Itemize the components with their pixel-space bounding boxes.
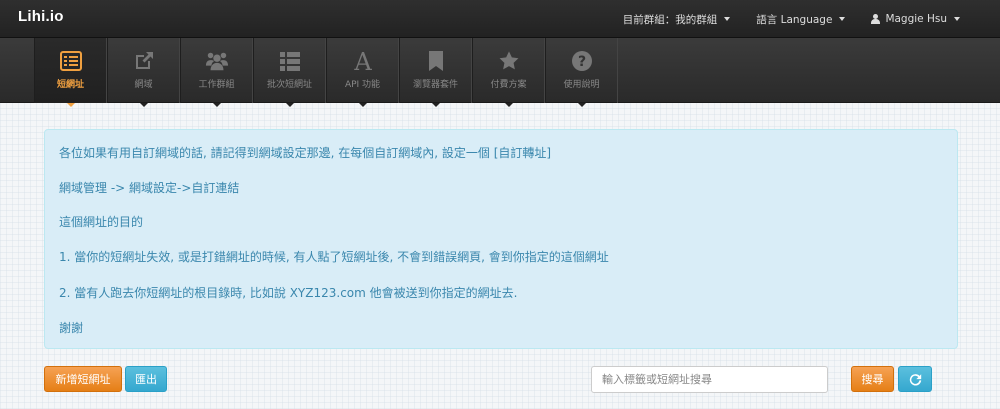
add-short-url-button[interactable]: 新增短網址 xyxy=(44,366,122,392)
nav-item-api[interactable]: A API 功能 xyxy=(326,38,399,107)
nav-item-label: 工作群組 xyxy=(198,80,235,90)
notice-line: 網域管理 -> 網域設定->自訂連結 xyxy=(59,181,240,195)
list-alt-icon xyxy=(59,49,83,73)
users-icon xyxy=(205,49,229,73)
nav-item-label: API 功能 xyxy=(344,80,381,90)
nav-pointer xyxy=(212,103,221,107)
language-dropdown-label: 語言 Language xyxy=(756,13,833,26)
nav-item-help[interactable]: ? 使用說明 xyxy=(545,38,618,107)
nav-pointer xyxy=(139,103,148,107)
nav-item-workgroups[interactable]: 工作群組 xyxy=(180,38,253,107)
top-right-menu: 目前群組：我的群組 語言 Language Maggie Hsu xyxy=(623,0,960,38)
notice-line: 各位如果有用自訂網域的話, 請記得到網域設定那邊, 在每個自訂網域內, 設定一個… xyxy=(59,146,552,160)
nav-item-label: 短網址 xyxy=(56,80,84,90)
svg-text:A: A xyxy=(353,49,372,73)
nav-item-label: 瀏覽器套件 xyxy=(412,80,458,90)
export-button[interactable]: 匯出 xyxy=(125,366,167,392)
main-nav: 短網址 網域 工作群組 批次短網址 A API 功能 瀏覽器套件 付費方案 ? … xyxy=(0,38,1000,107)
nav-item-short-urls[interactable]: 短網址 xyxy=(34,38,107,107)
refresh-icon xyxy=(909,373,921,386)
font-a-icon: A xyxy=(351,49,375,73)
nav-pointer xyxy=(285,103,294,107)
nav-item-bulk-urls[interactable]: 批次短網址 xyxy=(253,38,326,107)
list-icon xyxy=(278,49,302,73)
refresh-button[interactable] xyxy=(898,366,932,392)
nav-pointer xyxy=(431,103,440,107)
top-bar: Lihi.io 目前群組：我的群組 語言 Language Maggie Hsu xyxy=(0,0,1000,38)
nav-item-label: 批次短網址 xyxy=(266,80,312,90)
search-input[interactable] xyxy=(591,366,828,393)
language-dropdown[interactable]: 語言 Language xyxy=(756,12,846,27)
notice-line: 1. 當你的短網址失效, 或是打錯網址的時候, 有人點了短網址後, 不會到錯誤網… xyxy=(59,250,609,264)
notice-line: 謝謝 xyxy=(59,321,84,335)
svg-text:?: ? xyxy=(577,54,585,70)
info-notice: 各位如果有用自訂網域的話, 請記得到網域設定那邊, 在每個自訂網域內, 設定一個… xyxy=(44,129,958,349)
group-dropdown-label: 目前群組：我的群組 xyxy=(622,13,718,26)
nav-pointer xyxy=(577,103,586,107)
user-icon xyxy=(871,14,881,24)
question-circle-icon: ? xyxy=(570,49,594,73)
nav-item-pricing[interactable]: 付費方案 xyxy=(472,38,545,107)
nav-item-label: 付費方案 xyxy=(490,80,527,90)
user-dropdown[interactable]: Maggie Hsu xyxy=(871,13,960,25)
caret-down-icon xyxy=(954,17,960,21)
user-name: Maggie Hsu xyxy=(885,13,947,25)
nav-pointer xyxy=(66,103,75,107)
notice-line: 這個網址的目的 xyxy=(59,215,144,229)
caret-down-icon xyxy=(839,17,846,21)
brand-logo[interactable]: Lihi.io xyxy=(18,8,64,25)
nav-item-domains[interactable]: 網域 xyxy=(107,38,180,107)
nav-item-label: 網域 xyxy=(134,80,153,90)
external-link-icon xyxy=(132,49,156,73)
notice-line: 2. 當有人跑去你短網址的根目錄時, 比如說 XYZ123.com 他會被送到你… xyxy=(59,286,518,300)
search-button[interactable]: 搜尋 xyxy=(851,366,894,392)
nav-item-label: 使用說明 xyxy=(563,80,600,90)
star-icon xyxy=(497,49,521,73)
group-dropdown[interactable]: 目前群組：我的群組 xyxy=(623,12,731,27)
nav-item-browser-extension[interactable]: 瀏覽器套件 xyxy=(399,38,472,107)
nav-pointer xyxy=(504,103,513,107)
caret-down-icon xyxy=(724,17,731,21)
bookmark-icon xyxy=(424,49,448,73)
nav-pointer xyxy=(358,103,367,107)
